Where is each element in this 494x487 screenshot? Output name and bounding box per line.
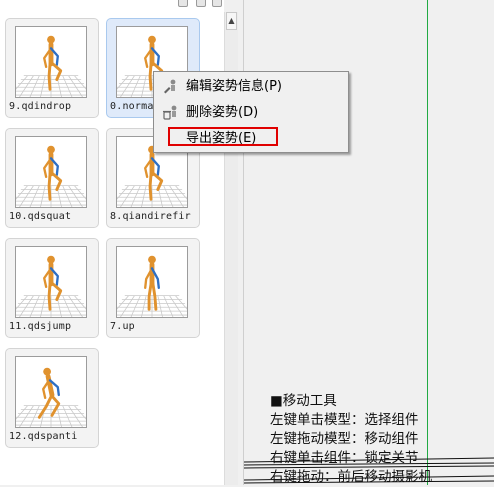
pose-figure-icon <box>16 145 86 207</box>
pose-thumbnail <box>15 136 87 208</box>
pose-card-label: 11.qdsjump <box>9 321 72 332</box>
pose-thumbnail <box>15 356 87 428</box>
pose-card-label: 12.qdspanti <box>9 431 78 442</box>
pose-context-menu: 编辑姿势信息(P) 删除姿势(D) 导出姿势(E) <box>153 71 349 153</box>
pose-card-label: 10.qdsquat <box>9 211 72 222</box>
highlight-box <box>168 127 278 146</box>
toolbar-icon[interactable] <box>212 0 222 7</box>
pose-thumbnail <box>15 246 87 318</box>
menu-item-edit-pose-info[interactable]: 编辑姿势信息(P) <box>156 75 346 99</box>
hint-line: 左键拖动模型：移动组件 <box>270 431 419 447</box>
pose-thumbnail <box>15 26 87 98</box>
edit-pose-icon <box>164 79 176 94</box>
pose-card-label: 9.qdindrop <box>9 101 72 112</box>
pose-card[interactable]: 12.qdspanti <box>5 348 99 448</box>
pose-card-label: 7.up <box>110 321 135 332</box>
hint-line: 左键单击模型：选择组件 <box>270 412 419 428</box>
menu-item-delete-pose[interactable]: 删除姿势(D) <box>156 101 346 125</box>
pose-card[interactable]: 10.qdsquat <box>5 128 99 228</box>
pose-card-label: 8.qiandirefir <box>110 211 191 222</box>
toolbar-icon[interactable] <box>196 0 206 7</box>
hint-title: ■移动工具 <box>270 393 337 409</box>
overdraw-artifact <box>244 457 494 484</box>
pose-thumbnail <box>116 246 188 318</box>
scroll-up-arrow-icon[interactable]: ▲ <box>226 12 237 30</box>
pose-card[interactable]: 7.up <box>106 238 200 338</box>
pose-figure-icon <box>16 255 86 317</box>
delete-pose-icon <box>163 105 177 120</box>
pose-figure-icon <box>117 255 187 317</box>
toolbar-strip <box>0 0 224 8</box>
pose-card[interactable]: 9.qdindrop <box>5 18 99 118</box>
pose-figure-icon <box>16 367 86 427</box>
pose-figure-icon <box>16 35 86 97</box>
menu-item-label: 删除姿势(D) <box>186 105 259 120</box>
menu-item-label: 编辑姿势信息(P) <box>186 79 282 94</box>
pose-card[interactable]: 11.qdsjump <box>5 238 99 338</box>
toolbar-icon[interactable] <box>178 0 188 7</box>
